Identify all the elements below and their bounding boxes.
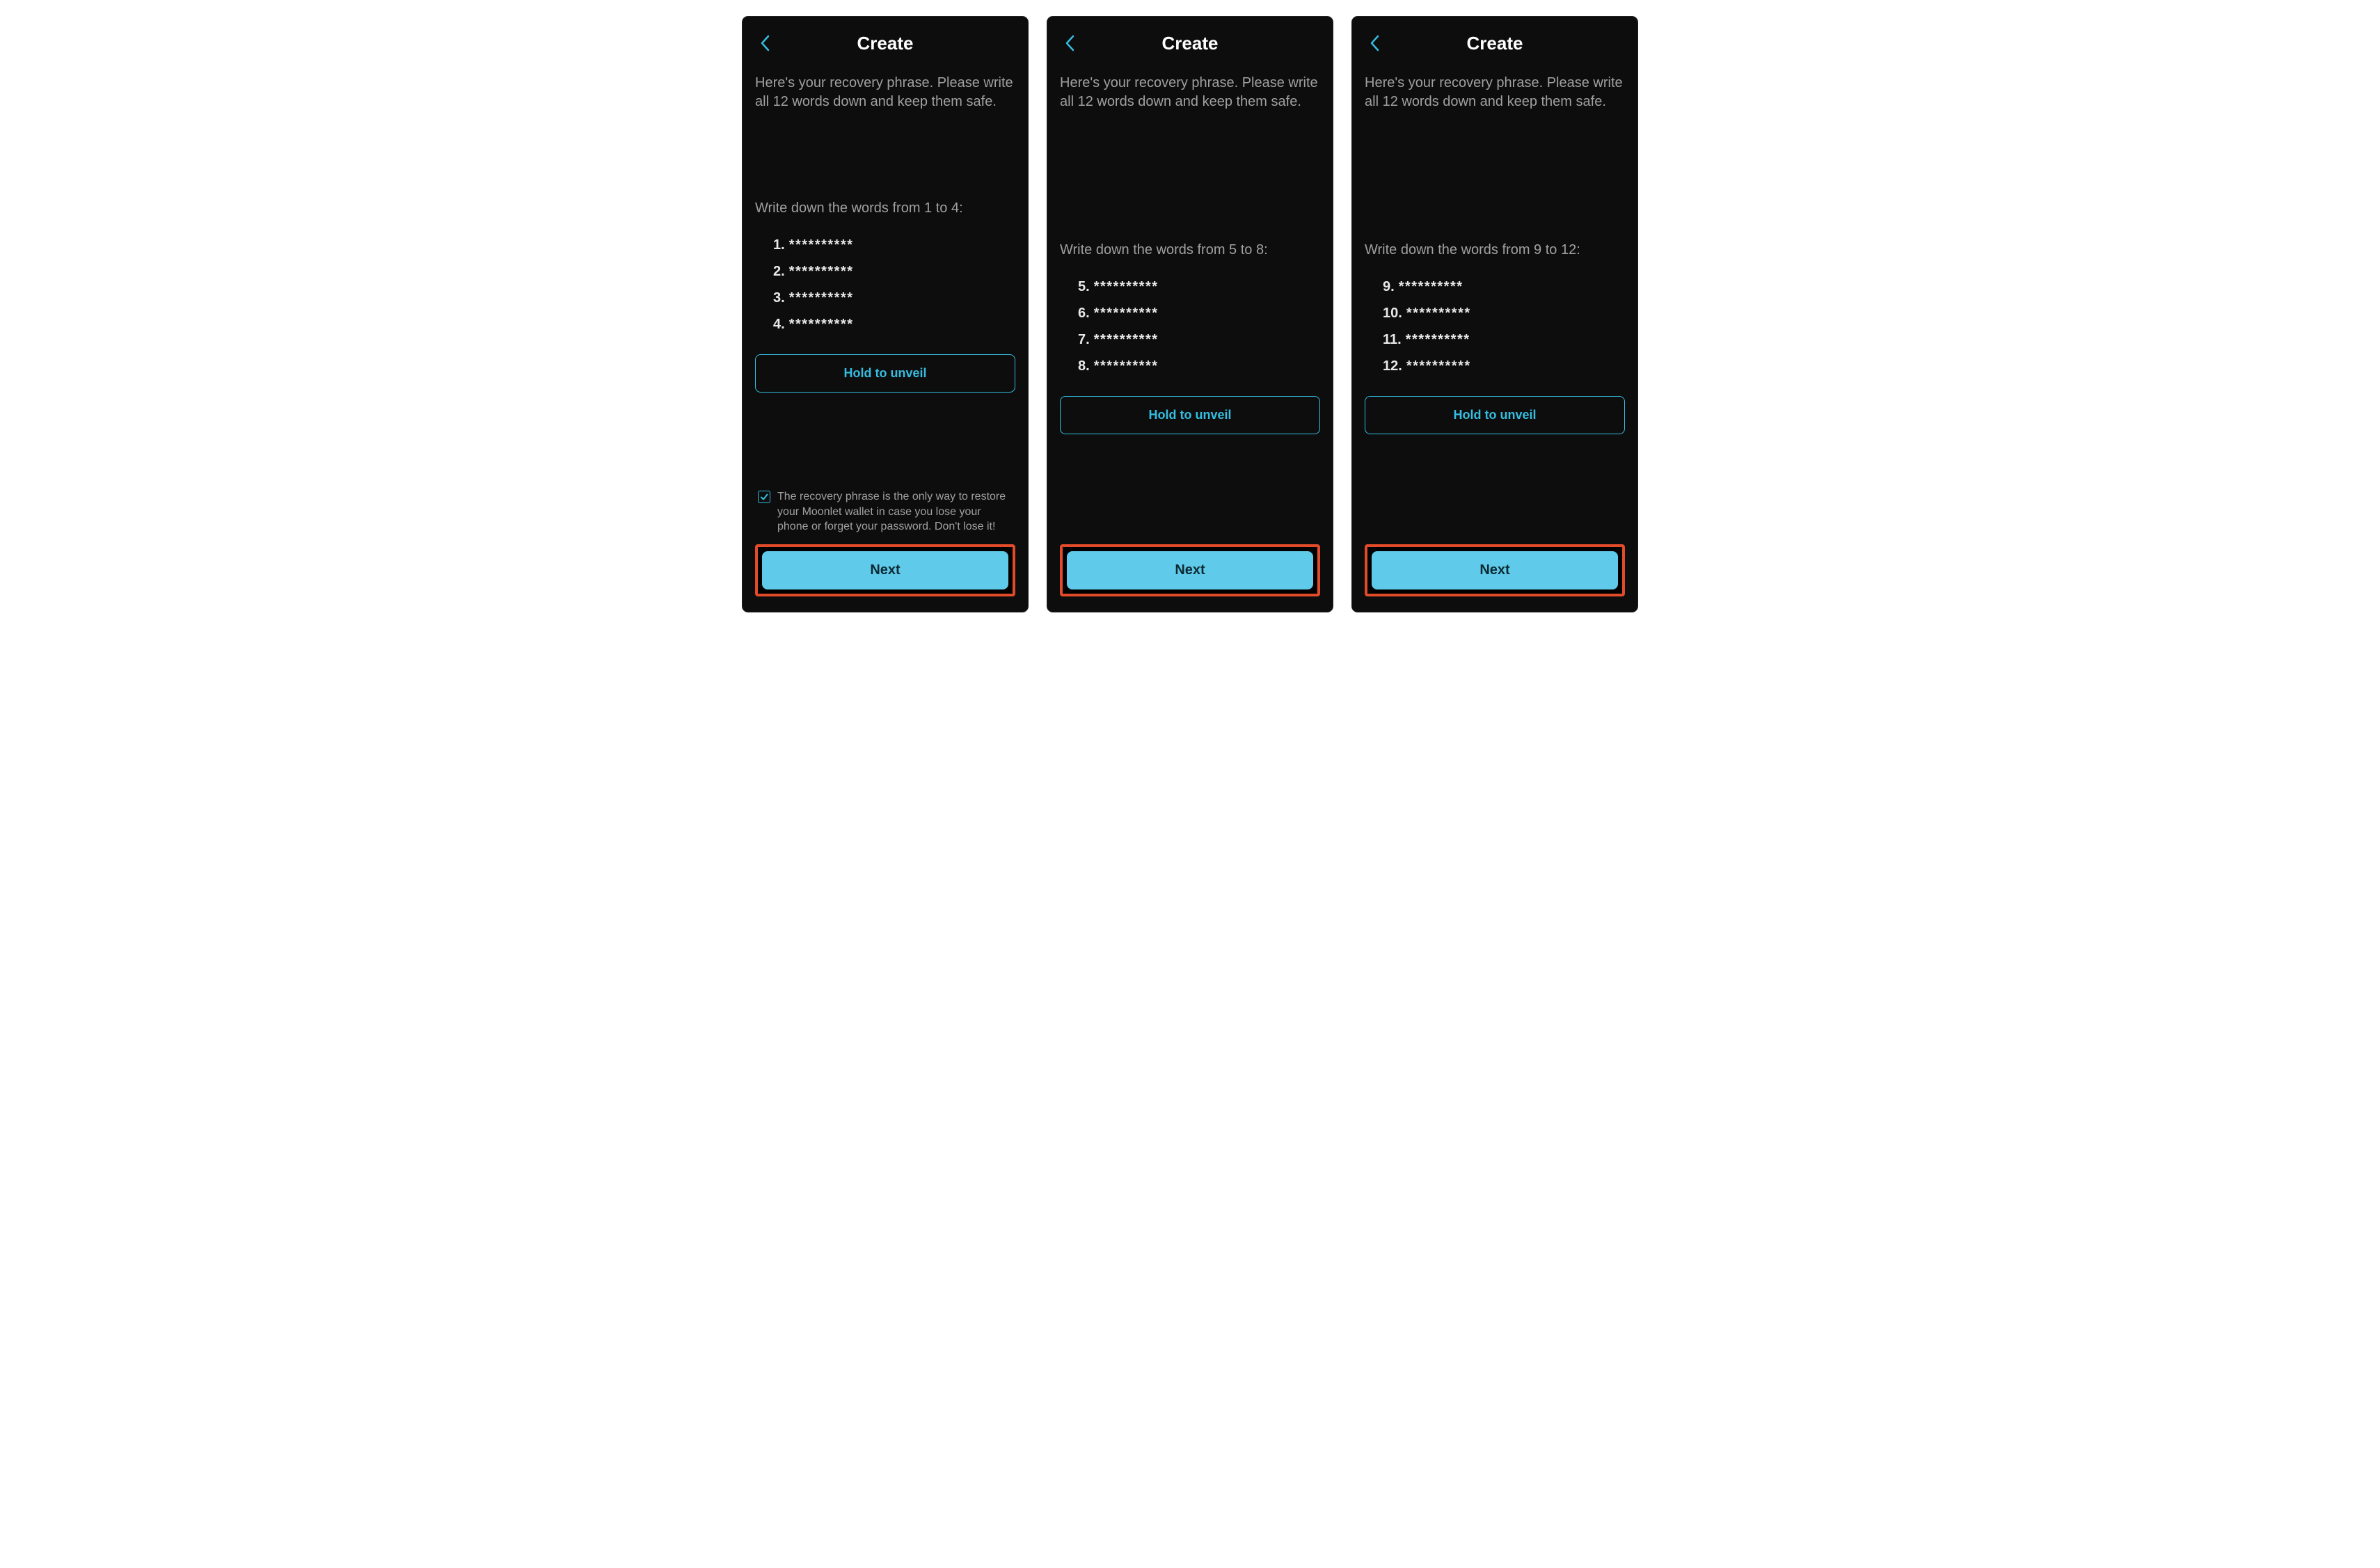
- word-row: 4.**********: [773, 311, 1015, 338]
- word-mask: **********: [1094, 300, 1159, 326]
- header: Create: [755, 29, 1015, 57]
- instructions-text: Here's your recovery phrase. Please writ…: [1060, 74, 1320, 111]
- phone-screen-2: Create Here's your recovery phrase. Plea…: [1047, 17, 1333, 612]
- word-mask: **********: [789, 258, 854, 285]
- word-mask: **********: [789, 285, 854, 311]
- page-title: Create: [1467, 33, 1523, 54]
- word-number: 2.: [773, 258, 785, 285]
- next-highlight-frame: Next: [1060, 544, 1320, 596]
- acknowledge-label: The recovery phrase is the only way to r…: [777, 489, 1013, 534]
- next-highlight-frame: Next: [1365, 544, 1625, 596]
- range-subtitle: Write down the words from 1 to 4:: [755, 200, 1015, 216]
- word-number: 11.: [1383, 326, 1402, 353]
- bottom-area: The recovery phrase is the only way to r…: [755, 489, 1015, 596]
- word-number: 1.: [773, 232, 785, 258]
- word-mask: **********: [1406, 353, 1471, 379]
- word-row: 2.**********: [773, 258, 1015, 285]
- word-mask: **********: [1094, 274, 1159, 300]
- word-number: 7.: [1078, 326, 1090, 353]
- word-list: 5.********** 6.********** 7.********** 8…: [1078, 274, 1320, 379]
- word-number: 12.: [1383, 353, 1402, 379]
- word-number: 9.: [1383, 274, 1395, 300]
- range-subtitle: Write down the words from 5 to 8:: [1060, 242, 1320, 258]
- back-icon[interactable]: [1060, 33, 1079, 53]
- range-subtitle: Write down the words from 9 to 12:: [1365, 242, 1625, 258]
- word-mask: **********: [1406, 300, 1471, 326]
- word-number: 5.: [1078, 274, 1090, 300]
- next-button[interactable]: Next: [762, 551, 1008, 589]
- content-area: Write down the words from 5 to 8: 5.****…: [1060, 117, 1320, 544]
- header: Create: [1060, 29, 1320, 57]
- back-icon[interactable]: [1365, 33, 1384, 53]
- word-row: 5.**********: [1078, 274, 1320, 300]
- phone-screen-3: Create Here's your recovery phrase. Plea…: [1352, 17, 1637, 612]
- word-row: 12.**********: [1383, 353, 1625, 379]
- word-mask: **********: [1406, 326, 1470, 353]
- word-row: 9.**********: [1383, 274, 1625, 300]
- word-mask: **********: [789, 232, 854, 258]
- next-button[interactable]: Next: [1372, 551, 1618, 589]
- phone-screen-1: Create Here's your recovery phrase. Plea…: [743, 17, 1028, 612]
- back-icon[interactable]: [755, 33, 775, 53]
- word-mask: **********: [1094, 353, 1159, 379]
- word-row: 6.**********: [1078, 300, 1320, 326]
- word-row: 1.**********: [773, 232, 1015, 258]
- bottom-area: Next: [1060, 544, 1320, 596]
- word-list: 1.********** 2.********** 3.********** 4…: [773, 232, 1015, 338]
- word-number: 10.: [1383, 300, 1402, 326]
- hold-to-unveil-button[interactable]: Hold to unveil: [1060, 396, 1320, 434]
- next-highlight-frame: Next: [755, 544, 1015, 596]
- spacer: [1365, 117, 1625, 242]
- next-button[interactable]: Next: [1067, 551, 1313, 589]
- spacer: [1060, 117, 1320, 242]
- word-row: 3.**********: [773, 285, 1015, 311]
- acknowledge-row: The recovery phrase is the only way to r…: [755, 489, 1015, 544]
- acknowledge-checkbox[interactable]: [758, 491, 770, 503]
- word-row: 10.**********: [1383, 300, 1625, 326]
- content-area: Write down the words from 9 to 12: 9.***…: [1365, 117, 1625, 544]
- word-number: 8.: [1078, 353, 1090, 379]
- word-row: 8.**********: [1078, 353, 1320, 379]
- word-mask: **********: [1094, 326, 1159, 353]
- word-row: 11.**********: [1383, 326, 1625, 353]
- hold-to-unveil-button[interactable]: Hold to unveil: [755, 354, 1015, 393]
- word-mask: **********: [789, 311, 854, 338]
- spacer: [755, 117, 1015, 200]
- word-mask: **********: [1399, 274, 1463, 300]
- word-row: 7.**********: [1078, 326, 1320, 353]
- page-title: Create: [857, 33, 914, 54]
- hold-to-unveil-button[interactable]: Hold to unveil: [1365, 396, 1625, 434]
- bottom-area: Next: [1365, 544, 1625, 596]
- instructions-text: Here's your recovery phrase. Please writ…: [755, 74, 1015, 111]
- instructions-text: Here's your recovery phrase. Please writ…: [1365, 74, 1625, 111]
- content-area: Write down the words from 1 to 4: 1.****…: [755, 117, 1015, 489]
- word-list: 9.********** 10.********** 11.**********…: [1383, 274, 1625, 379]
- word-number: 3.: [773, 285, 785, 311]
- header: Create: [1365, 29, 1625, 57]
- word-number: 4.: [773, 311, 785, 338]
- word-number: 6.: [1078, 300, 1090, 326]
- page-title: Create: [1162, 33, 1219, 54]
